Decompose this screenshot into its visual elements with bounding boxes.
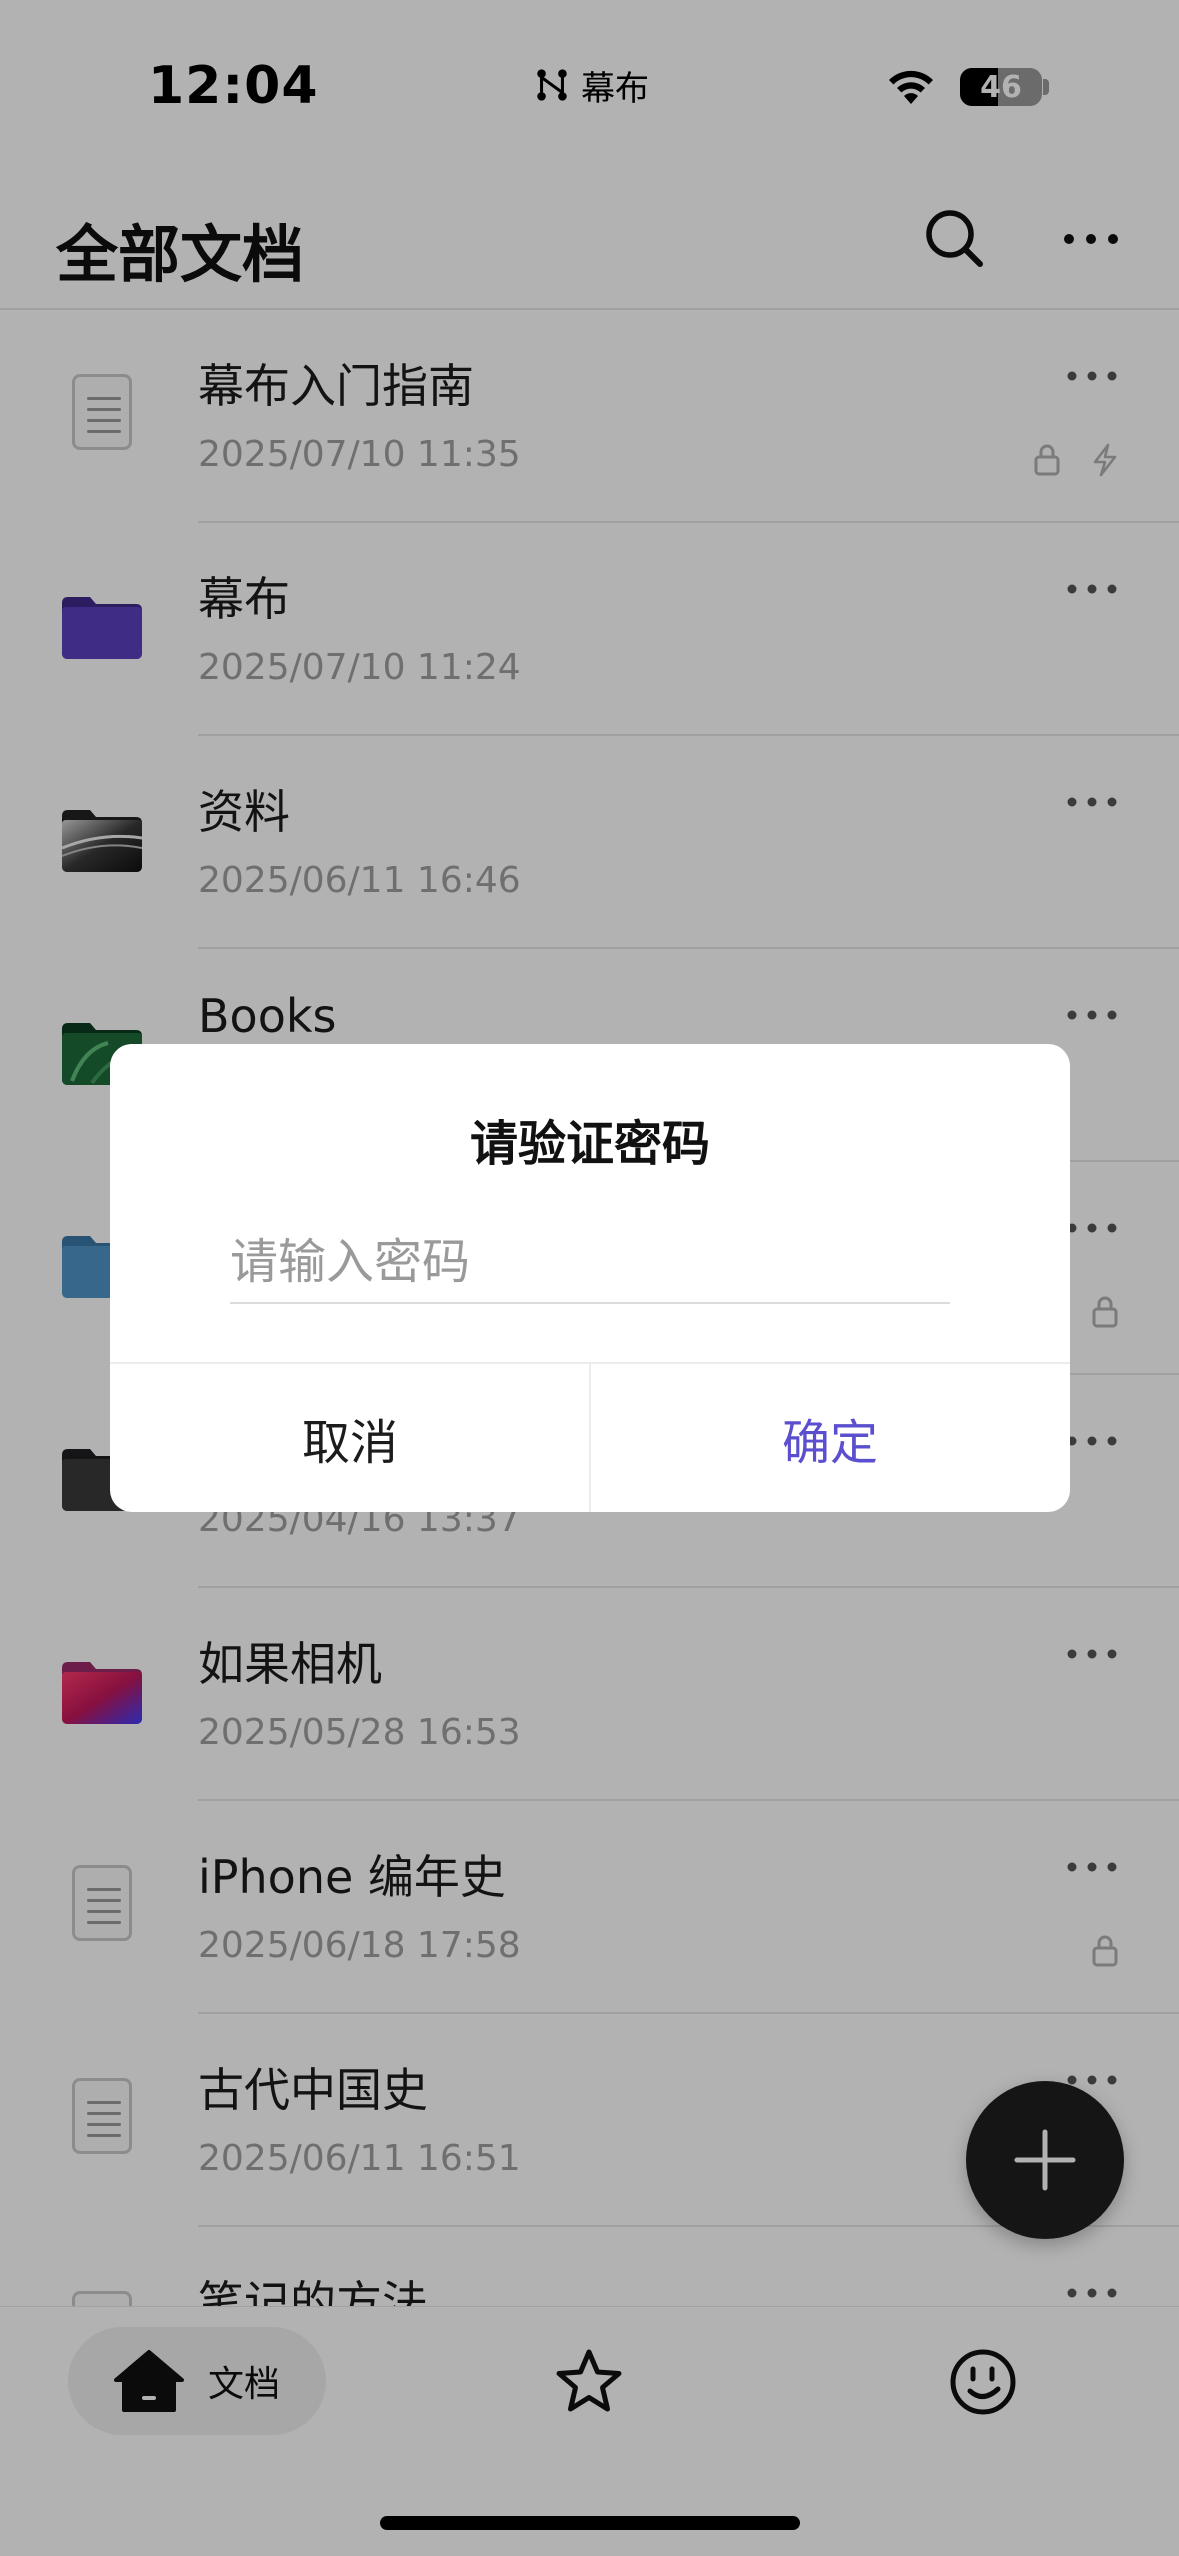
screen: 12:04 幕布 46 全部文档 幕布入门指南 2025/07/10 11:35… bbox=[0, 0, 1179, 2556]
password-dialog: 请验证密码 取消 确定 bbox=[110, 1044, 1070, 1512]
password-input[interactable] bbox=[230, 1222, 950, 1304]
dialog-title: 请验证密码 bbox=[469, 1116, 710, 1172]
confirm-button[interactable]: 确定 bbox=[590, 1364, 1070, 1512]
cancel-button[interactable]: 取消 bbox=[110, 1364, 590, 1512]
